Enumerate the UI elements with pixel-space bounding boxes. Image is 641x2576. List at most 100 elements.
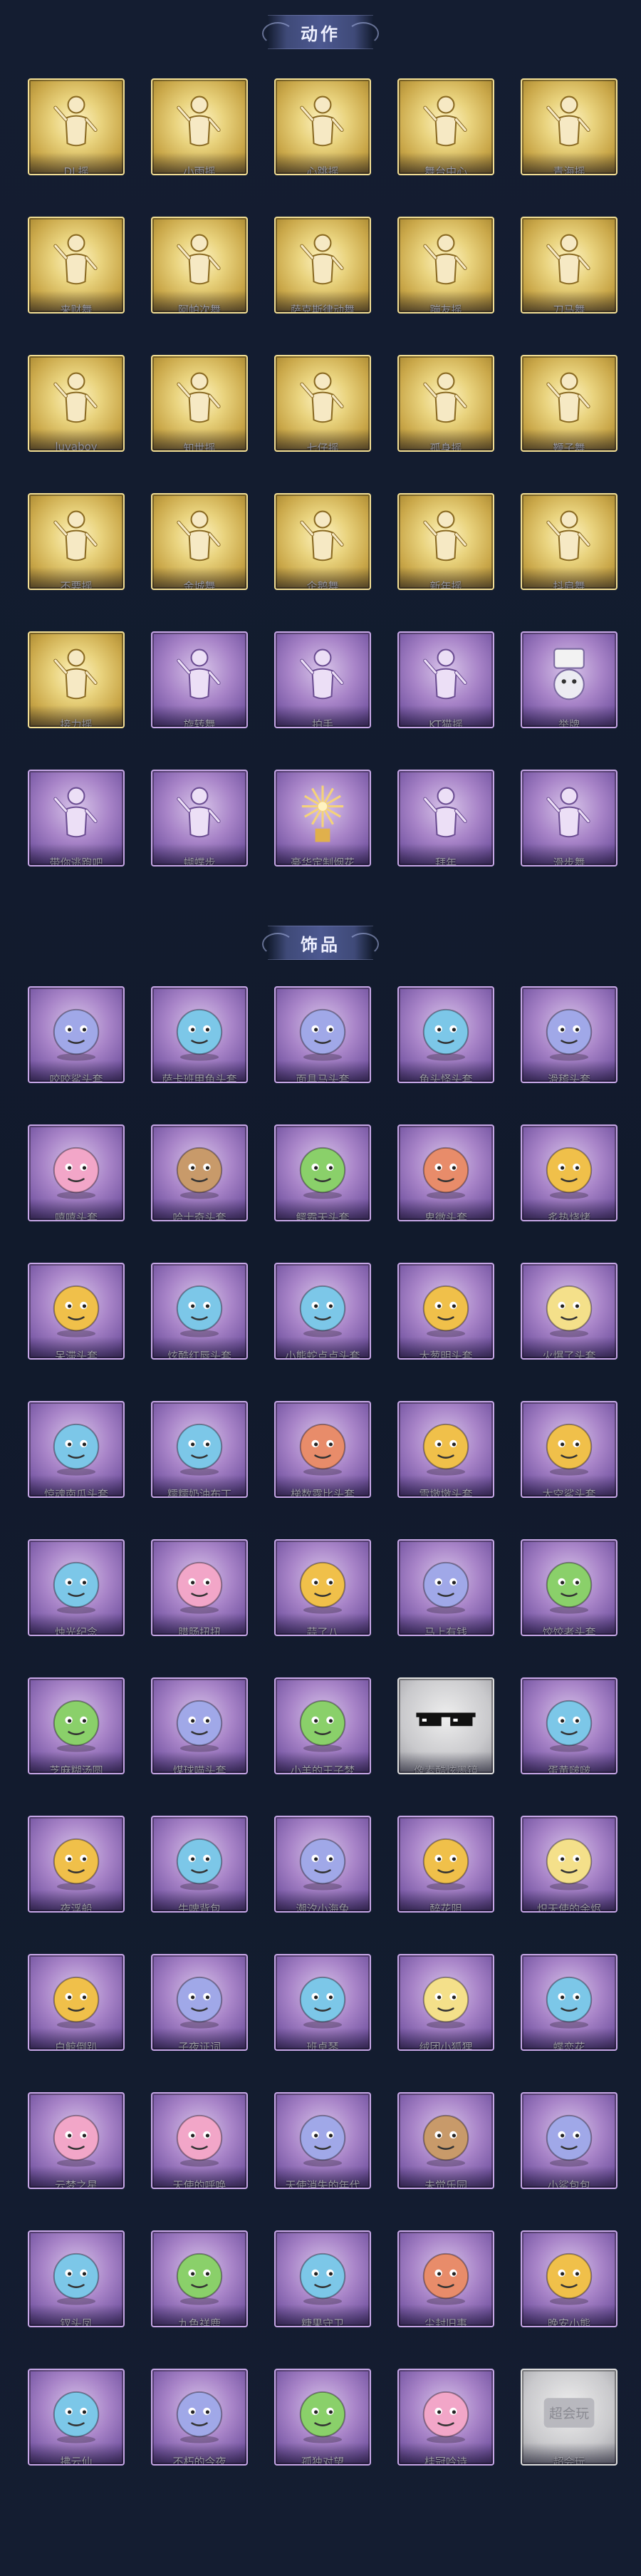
action-card-label: KT猫摇 [429,718,463,728]
action-card[interactable]: DL摇 [26,78,126,191]
action-card[interactable]: 带你逃跑吧 [26,770,126,882]
accessory-card[interactable]: 晚安小熊 [519,2230,619,2343]
accessory-card[interactable]: 蒜了八 [273,1539,372,1652]
accessory-card[interactable]: 九色祥鹿 [150,2230,249,2343]
accessory-card[interactable]: 醉花阴 [396,1816,496,1928]
accessory-card-label: 烛光纪念 [54,1626,98,1636]
accessory-card[interactable]: 白鲸倒趴 [26,1954,126,2067]
accessory-card[interactable]: 烛光纪念 [26,1539,126,1652]
action-card-label: 知世摇 [183,442,216,452]
action-card[interactable]: KT猫摇 [396,631,496,744]
action-card[interactable]: 旋转舞 [150,631,249,744]
accessory-card[interactable]: 马上有钱 [396,1539,496,1652]
accessory-card[interactable]: 孤独对望 [273,2369,372,2481]
card-frame: 像素酷炫墨镜 [397,1677,494,1774]
accessory-card[interactable]: 蝶恋花 [519,1954,619,2067]
accessory-card[interactable]: 炫酷红唇头套 [150,1263,249,1375]
action-card[interactable]: 知世摇 [150,355,249,467]
accessory-card[interactable]: 饺饺者头套 [519,1539,619,1652]
action-card[interactable]: 舞台中心 [396,78,496,191]
action-card[interactable]: 蝴蝶步 [150,770,249,882]
accessory-card[interactable]: 呆滞头套 [26,1263,126,1375]
accessory-card[interactable]: 拂云仙 [26,2369,126,2481]
accessory-card[interactable]: 绒团小狐狸 [396,1954,496,2067]
accessory-card[interactable]: 滑稽头套 [519,986,619,1099]
accessory-card[interactable]: 天使消失的年代 [273,2092,372,2205]
action-card[interactable]: 抖肩舞 [519,493,619,606]
sign-bear-icon [553,648,585,700]
accessory-card[interactable]: 小羊的王子梦 [273,1677,372,1790]
accessory-card[interactable]: 蛋黄啵啵 [519,1677,619,1790]
accessory-card[interactable]: 糯糯奶油布丁 [150,1401,249,1514]
action-card[interactable]: 金城舞 [150,493,249,606]
accessory-card[interactable]: 鱼头怪头套 [396,986,496,1099]
action-card[interactable]: 心跳摇 [273,78,372,191]
accessory-card[interactable]: 惊魂南瓜头套 [26,1401,126,1514]
accessory-card[interactable]: 腊肠扭扭 [150,1539,249,1652]
accessory-card[interactable]: 尘封旧事 [396,2230,496,2343]
action-card-label: 蹦友摇 [429,304,462,314]
action-card[interactable]: 拜年 [396,770,496,882]
accessory-card[interactable]: 炽天使的余烬 [519,1816,619,1928]
action-card[interactable]: 刀马舞 [519,217,619,329]
angel-call-icon [176,2114,223,2167]
card-frame: 九色祥鹿 [151,2230,248,2327]
accessory-card[interactable]: 鳄霸天头套 [273,1124,372,1237]
accessory-card[interactable]: 桂冠吟诗 [396,2369,496,2481]
accessory-card[interactable]: 大葱明头套 [396,1263,496,1375]
accessory-card[interactable]: 钗头凤 [26,2230,126,2343]
pink-beaver-icon [299,1423,346,1476]
card-frame: 钗头凤 [28,2230,125,2327]
accessory-card[interactable]: 牛啤背包 [150,1816,249,1928]
action-card[interactable]: 鞭子舞 [519,355,619,467]
accessory-card[interactable]: 未觉乐园 [396,2092,496,2205]
action-card[interactable]: luvaboy [26,355,126,467]
accessory-card[interactable]: 嘻嘻头套 [26,1124,126,1237]
accessory-card[interactable]: 云梦之星 [26,2092,126,2205]
accessory-card[interactable]: 超会玩 超会玩 [519,2369,619,2481]
accessory-card[interactable]: 雪墩墩头套 [396,1401,496,1514]
action-card[interactable]: 拍手 [273,631,372,744]
action-card[interactable]: 豪华定制烟花 [273,770,372,882]
action-card[interactable]: 举牌 [519,631,619,744]
accessory-card[interactable]: 咬咬鲨头套 [26,986,126,1099]
accessory-card[interactable]: 天使的呼唤 [150,2092,249,2205]
accessory-card[interactable]: 潮汐小海兔 [273,1816,372,1928]
accessory-card[interactable]: 煤球喵头套 [150,1677,249,1790]
accessory-card[interactable]: 太空鲨头套 [519,1401,619,1514]
action-card[interactable]: 来财舞 [26,217,126,329]
action-card[interactable]: 七仔摇 [273,355,372,467]
action-card[interactable]: 青海摇 [519,78,619,191]
accessory-card[interactable]: 梯数露比头套 [273,1401,372,1514]
card-frame: 抖肩舞 [521,493,617,590]
action-card[interactable]: 阿帕次舞 [150,217,249,329]
action-card[interactable]: 蹦友摇 [396,217,496,329]
action-card[interactable]: 滑步舞 [519,770,619,882]
accessory-card[interactable]: 小鲨包包 [519,2092,619,2205]
action-card[interactable]: 孤身摇 [396,355,496,467]
accessory-card[interactable]: 子夜证词 [150,1954,249,2067]
card-frame: 超会玩 超会玩 [521,2369,617,2466]
accessory-card[interactable]: 像素酷炫墨镜 [396,1677,496,1790]
action-card[interactable]: 萨克斯律动舞 [273,217,372,329]
accessory-card[interactable]: 火爆了头套 [519,1263,619,1375]
accessory-card[interactable]: 芝麻糊汤圆 [26,1677,126,1790]
pose-figure-icon [53,372,98,423]
accessory-card[interactable]: 不朽的今夜 [150,2369,249,2481]
action-card[interactable]: 新年摇 [396,493,496,606]
accessory-card[interactable]: 糖果守卫 [273,2230,372,2343]
accessory-card[interactable]: 小熊蛇点点头套 [273,1263,372,1375]
accessory-card[interactable]: 哈士奇头套 [150,1124,249,1237]
action-card[interactable]: 不要摇 [26,493,126,606]
action-card[interactable]: 企鹅舞 [273,493,372,606]
accessory-card[interactable]: 炙热烧烤 [519,1124,619,1237]
action-card[interactable]: 小雨摇 [150,78,249,191]
accessory-card[interactable]: 卑微头套 [396,1124,496,1237]
accessory-card-label: 腊肠扭扭 [177,1626,221,1636]
accessory-card[interactable]: 萨卡班甲鱼头套 [150,986,249,1099]
accessory-card[interactable]: 面具马头套 [273,986,372,1099]
action-card[interactable]: 接力摇 [26,631,126,744]
accessory-card[interactable]: 班卓琴 [273,1954,372,2067]
accessory-card[interactable]: 夜浮船 [26,1816,126,1928]
banner-ornament-right-icon [348,22,379,45]
